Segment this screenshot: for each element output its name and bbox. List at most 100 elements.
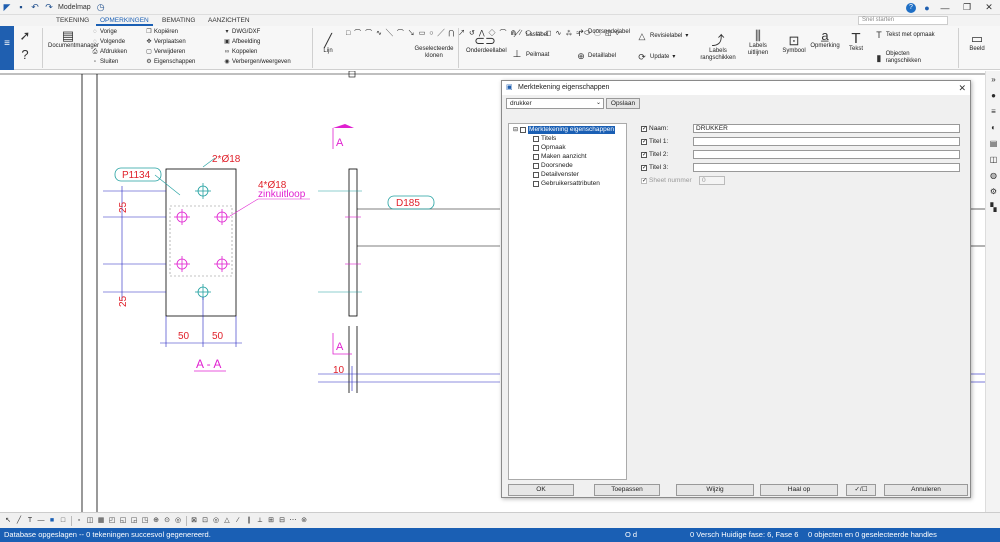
snap-icon-1[interactable]: ▫ [74, 516, 84, 526]
save-icon[interactable]: ▪ [14, 0, 28, 14]
snap-icon-15[interactable]: ∕ [233, 516, 243, 526]
section-marker-bottom[interactable]: A [336, 341, 344, 353]
vorige-button[interactable]: ◌ Vorige [92, 29, 117, 35]
wijzig-button[interactable]: Wijzig [676, 484, 754, 496]
annuleren-button[interactable]: Annuleren [884, 484, 968, 496]
toggle-all-button[interactable]: ✓/☐ [846, 484, 876, 496]
toepassen-button[interactable]: Toepassen [594, 484, 660, 496]
text-tool-icon[interactable]: T [25, 516, 35, 526]
naam-checkbox[interactable] [641, 125, 647, 132]
geselecteerde-klonen-button[interactable]: Geselecteerde klonen [414, 46, 454, 60]
koppelen-button[interactable]: ∞ Koppelen [224, 49, 258, 55]
dimension-50-left[interactable]: 50 [178, 331, 190, 342]
titel1-checkbox[interactable] [641, 138, 647, 145]
snap-icon-19[interactable]: ⊟ [277, 516, 287, 526]
tab-bemating[interactable]: BEMATING [158, 15, 199, 26]
line-tool-icon[interactable]: ╱ [14, 516, 24, 526]
revisielabel-button[interactable]: △ Revisielabel ▾ [636, 31, 689, 40]
titel3-field[interactable] [693, 163, 960, 172]
section-title[interactable]: A - A [196, 357, 221, 371]
dimension-50-right[interactable]: 50 [212, 331, 224, 342]
shapes-gallery[interactable]: □ ⌒ ⌒ ∿ ╲ ⌒ ↘ ▭ ○ ╱ ⋂ ↗ ↺ ⋀ ◇ ⌒ ⋒ ⁄ ⬭ ▭ … [346, 29, 619, 67]
snap-icon-9[interactable]: ⊙ [162, 516, 172, 526]
haal-op-button[interactable]: Haal op [760, 484, 838, 496]
globe-icon[interactable]: ◍ [986, 167, 1000, 183]
tree-item-maken-aanzicht[interactable]: Maken aanzicht [533, 153, 587, 161]
lijn-button[interactable]: ╱ Lijn [318, 34, 338, 55]
snap-icon-11[interactable]: ⊠ [189, 516, 199, 526]
select-tool-button[interactable]: ➚ [18, 29, 32, 43]
section-marker-top[interactable]: A [336, 137, 344, 149]
zinc-holes[interactable] [174, 209, 230, 272]
tree-checkbox[interactable] [533, 145, 539, 151]
labels-rangschikken-button[interactable]: ⤴ Labels rangschikken [700, 34, 736, 62]
snap-icon-14[interactable]: △ [222, 516, 232, 526]
doorsnedelabel-button[interactable]: ↱ Doorsnedelabel [576, 28, 632, 37]
tab-opmerkingen[interactable]: OPMERKINGEN [96, 15, 153, 26]
dimension-25-bottom[interactable]: 25 [118, 295, 129, 307]
clock-icon[interactable]: ◷ [94, 0, 108, 14]
sheet-number-checkbox[interactable] [641, 177, 647, 184]
apps-icon[interactable]: ▚ [986, 199, 1000, 215]
hole-label-2d18[interactable]: 2*Ø18 [212, 154, 241, 165]
snap-icon-6[interactable]: ◲ [129, 516, 139, 526]
eigenschappen-button[interactable]: ⚙ Eigenschappen [146, 59, 195, 65]
model-folder-title[interactable]: Modelmap [58, 4, 91, 11]
menu-icon[interactable]: ≡ [0, 38, 14, 49]
square-outline-icon[interactable]: □ [58, 516, 68, 526]
square-filled-icon[interactable]: ■ [47, 516, 57, 526]
tree-checkbox[interactable] [533, 181, 539, 187]
undo-icon[interactable]: ↶ [28, 0, 42, 14]
dwg-dxf-button[interactable]: ▾ DWG/DXF [224, 29, 260, 35]
volgende-button[interactable]: ◌ Volgende [92, 39, 125, 45]
tab-aanzichten[interactable]: AANZICHTEN [204, 15, 254, 26]
snap-icon-5[interactable]: ◱ [118, 516, 128, 526]
afdrukken-button[interactable]: ⎙ Afdrukken [92, 49, 127, 55]
kopieren-button[interactable]: ❐ Kopiëren [146, 29, 178, 35]
snap-icon-13[interactable]: ◎ [211, 516, 221, 526]
quick-search-input[interactable]: Snel starten [858, 16, 948, 25]
titel2-field[interactable] [693, 150, 960, 159]
dimension-10[interactable]: 10 [333, 365, 345, 376]
zinc-outlet-label[interactable]: zinkuitloop [258, 189, 306, 200]
tree-root-node[interactable]: ⊟ Merktekening eigenschappen [513, 126, 615, 134]
titel1-field[interactable] [693, 137, 960, 146]
save-preset-button[interactable]: Opslaan [606, 98, 640, 109]
status-phase[interactable]: 0 Versch Huidige fase: 6, Fase 6 [690, 528, 798, 542]
titel2-checkbox[interactable] [641, 151, 647, 158]
afbeelding-button[interactable]: ▣ Afbeelding [224, 39, 260, 45]
snap-icon-16[interactable]: ∥ [244, 516, 254, 526]
snap-icon-17[interactable]: ⟂ [255, 516, 265, 526]
tree-item-detailvenster[interactable]: Detailvenster [533, 171, 579, 179]
opmerking-button[interactable]: a̲ Opmerking [810, 29, 840, 50]
sheet-number-field[interactable]: 0 [699, 176, 725, 185]
preset-select[interactable]: drukker ⌄ [506, 98, 604, 109]
peilmaat-button[interactable]: ⊥ Peilmaat [510, 50, 550, 60]
snap-icon-20[interactable]: ⋯ [288, 516, 298, 526]
restore-button[interactable]: ❐ [956, 0, 978, 15]
naam-field[interactable]: DRUKKER [693, 124, 960, 133]
layers-icon[interactable]: ≡ [986, 103, 1000, 119]
dialog-close-icon[interactable]: ✕ [958, 81, 966, 95]
tree-item-gebruikersattributen[interactable]: Gebruikersattributen [533, 180, 600, 188]
settings-icon[interactable]: ⚙ [986, 183, 1000, 199]
tree-item-titels[interactable]: Titels [533, 135, 556, 143]
snap-icon-4[interactable]: ◰ [107, 516, 117, 526]
ribbon-menu-strip[interactable]: ≡ [0, 26, 14, 70]
snap-icon-18[interactable]: ⊞ [266, 516, 276, 526]
part-label-text[interactable]: P1134 [122, 170, 151, 181]
verbergen-weergeven-button[interactable]: ◉ Verbergen/weergeven [224, 59, 290, 65]
objecten-rangschikken-button[interactable]: ▮ Objecten rangschikken [874, 51, 944, 65]
titel3-checkbox[interactable] [641, 164, 647, 171]
beam-label-text[interactable]: D185 [396, 198, 420, 209]
tree-checkbox[interactable] [533, 163, 539, 169]
tekst-met-opmaak-button[interactable]: T Tekst met opmaak [874, 31, 934, 40]
verplaatsen-button[interactable]: ✥ Verplaatsen [146, 39, 185, 45]
dash-icon[interactable]: — [36, 516, 46, 526]
symbool-button[interactable]: ⊡ Symbool [780, 34, 808, 55]
ok-button[interactable]: OK [508, 484, 574, 496]
select-arrow-icon[interactable]: ↖ [3, 516, 13, 526]
tree-root-checkbox[interactable] [520, 127, 527, 133]
help-query-button[interactable]: ? [18, 48, 32, 62]
tab-tekening[interactable]: TEKENING [52, 15, 93, 26]
